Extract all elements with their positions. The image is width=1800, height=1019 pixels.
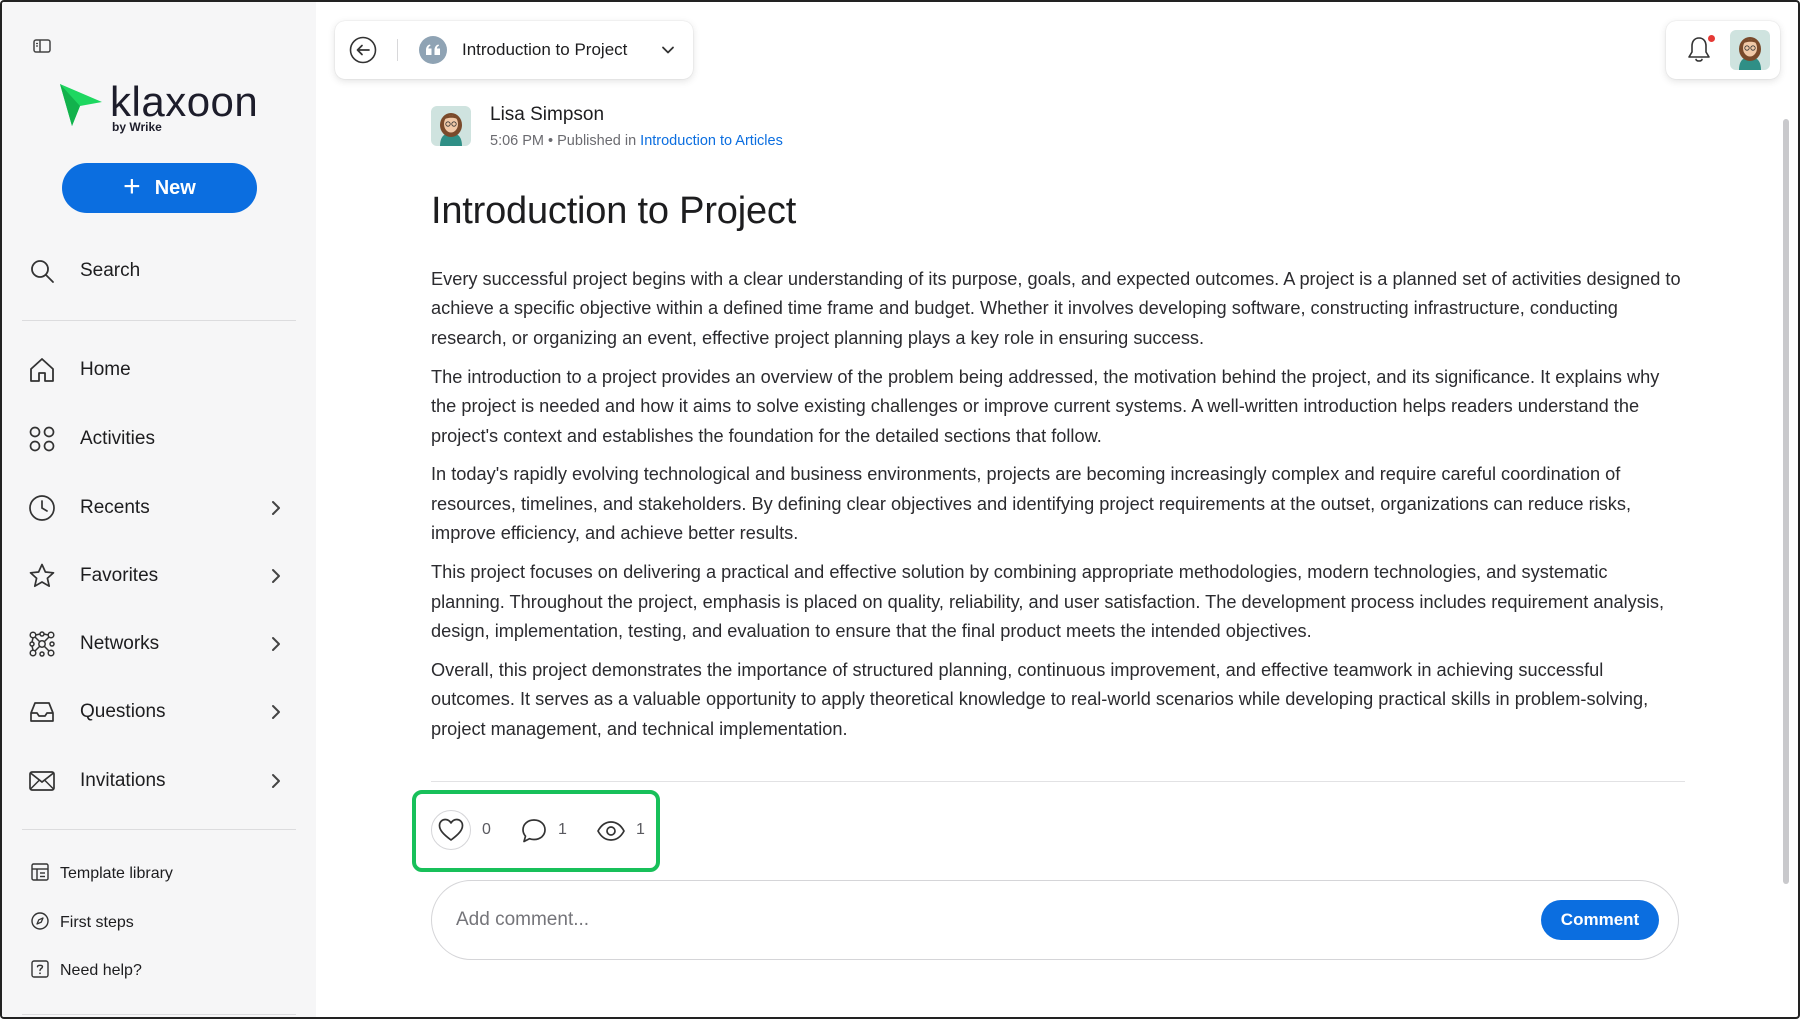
brand-sub: by Wrike xyxy=(112,120,162,134)
sidebar-item-label: Activities xyxy=(80,428,155,449)
article-paragraph: In today's rapidly evolving technologica… xyxy=(431,464,1632,544)
activities-icon xyxy=(28,425,56,453)
notification-dot xyxy=(1708,35,1715,42)
sidebar-item-label: Favorites xyxy=(80,565,159,586)
home-icon xyxy=(28,356,56,384)
quote-icon xyxy=(419,36,447,64)
published-in-link[interactable]: Introduction to Articles xyxy=(640,133,783,149)
sidebar-item-activities[interactable]: Activities xyxy=(28,419,288,459)
back-button[interactable] xyxy=(349,36,377,64)
sidebar-template-library[interactable]: Template library xyxy=(30,860,270,888)
eye-icon[interactable] xyxy=(596,817,626,845)
author-avatar[interactable] xyxy=(431,106,471,146)
sidebar-first-steps[interactable]: First steps xyxy=(30,909,270,937)
plus-icon: + xyxy=(123,169,141,203)
sidebar: klaxoon by Wrike + New Search Home Activ… xyxy=(2,2,316,1017)
sidebar-divider xyxy=(22,320,296,321)
sidebar-item-label: Recents xyxy=(80,497,150,518)
sidebar-item-home[interactable]: Home xyxy=(28,350,288,390)
new-button-label: New xyxy=(154,176,196,199)
chevron-right-icon xyxy=(264,632,288,656)
comment-composer: Comment xyxy=(431,880,1679,960)
article-body: Every successful project begins with a c… xyxy=(431,265,1686,754)
sidebar-item-networks[interactable]: Networks xyxy=(28,624,288,664)
sidebar-item-label: Invitations xyxy=(80,770,166,791)
sidebar-item-label: Networks xyxy=(80,633,160,654)
views-count: 1 xyxy=(636,821,645,838)
brand-name: klaxoon xyxy=(110,78,259,125)
breadcrumb: Introduction to Project xyxy=(335,21,693,79)
network-icon xyxy=(28,630,56,658)
article-meta: 5:06 PM • Published in Introduction to A… xyxy=(490,133,783,149)
likes-count: 0 xyxy=(482,821,491,838)
sidebar-item-favorites[interactable]: Favorites xyxy=(28,556,288,596)
author-name[interactable]: Lisa Simpson xyxy=(490,104,604,126)
compass-icon xyxy=(30,911,50,936)
inbox-icon xyxy=(28,698,56,726)
heart-icon xyxy=(438,818,464,841)
breadcrumb-title[interactable]: Introduction to Project xyxy=(462,40,627,60)
chevron-down-icon[interactable] xyxy=(657,39,679,61)
avatar[interactable] xyxy=(1730,30,1770,70)
comment-input[interactable] xyxy=(456,899,1456,941)
app-window: klaxoon by Wrike + New Search Home Activ… xyxy=(0,0,1800,1019)
search-label: Search xyxy=(80,260,141,281)
breadcrumb-separator xyxy=(397,39,398,61)
envelope-icon xyxy=(28,767,56,795)
sidebar-footer-label: Need help? xyxy=(60,962,142,979)
chevron-right-icon xyxy=(264,496,288,520)
sidebar-item-label: Home xyxy=(80,359,131,380)
comment-icon[interactable] xyxy=(520,817,548,845)
sidebar-item-label: Questions xyxy=(80,701,166,722)
article-divider xyxy=(431,781,1685,782)
sidebar-item-recents[interactable]: Recents xyxy=(28,488,288,528)
klaxoon-logo[interactable]: klaxoon by Wrike xyxy=(58,78,278,138)
clock-icon xyxy=(28,494,56,522)
sidebar-item-questions[interactable]: Questions xyxy=(28,692,288,732)
chevron-right-icon xyxy=(264,564,288,588)
klaxoon-logo-mark-icon xyxy=(60,84,102,126)
sidebar-footer-label: Template library xyxy=(60,865,173,882)
article-paragraph: This project focuses on delivering a pra… xyxy=(431,562,1665,641)
comments-count: 1 xyxy=(558,821,567,838)
scrollbar[interactable] xyxy=(1783,119,1789,884)
top-right-toolbar xyxy=(1666,21,1780,79)
article-paragraph: The introduction to a project provides a… xyxy=(431,366,1660,446)
sidebar-divider xyxy=(22,1014,296,1015)
sidebar-item-invitations[interactable]: Invitations xyxy=(28,761,288,801)
sidebar-divider xyxy=(22,829,296,830)
arrow-left-circle-icon xyxy=(349,36,377,64)
new-button[interactable]: + New xyxy=(62,163,257,213)
star-icon xyxy=(28,562,56,590)
page-title: Introduction to Project xyxy=(431,190,797,232)
article-paragraph: Every successful project begins with a c… xyxy=(431,269,1681,348)
published-prefix: Published in xyxy=(557,133,637,149)
sidebar-footer-label: First steps xyxy=(60,914,134,931)
sidebar-need-help[interactable]: Need help? xyxy=(30,957,270,985)
article-paragraph: Overall, this project demonstrates the i… xyxy=(431,659,1649,739)
comment-button[interactable]: Comment xyxy=(1541,900,1659,940)
like-button[interactable] xyxy=(431,810,471,850)
template-icon xyxy=(30,862,50,887)
meta-dot: • xyxy=(548,133,558,149)
chevron-right-icon xyxy=(264,769,288,793)
help-icon xyxy=(30,959,50,984)
article-time: 5:06 PM xyxy=(490,133,544,149)
sidebar-search[interactable]: Search xyxy=(28,254,288,288)
sidebar-collapse-icon[interactable] xyxy=(30,36,54,56)
search-icon xyxy=(28,257,56,285)
chevron-right-icon xyxy=(264,700,288,724)
